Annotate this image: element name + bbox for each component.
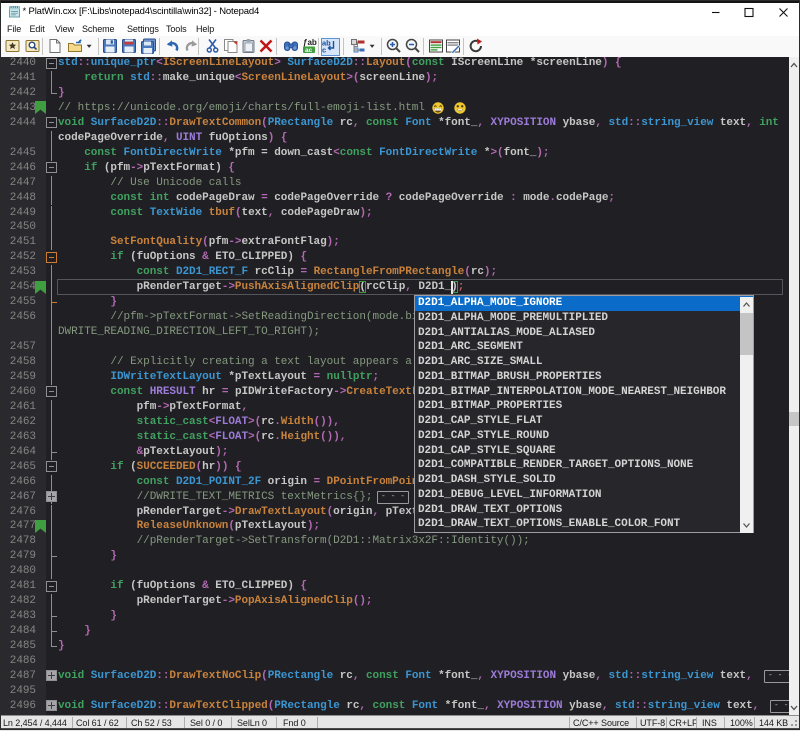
svg-text:ac: ac [305,47,313,54]
svg-text:c: c [322,46,326,55]
svg-text:ƒab: ƒab [303,38,317,47]
